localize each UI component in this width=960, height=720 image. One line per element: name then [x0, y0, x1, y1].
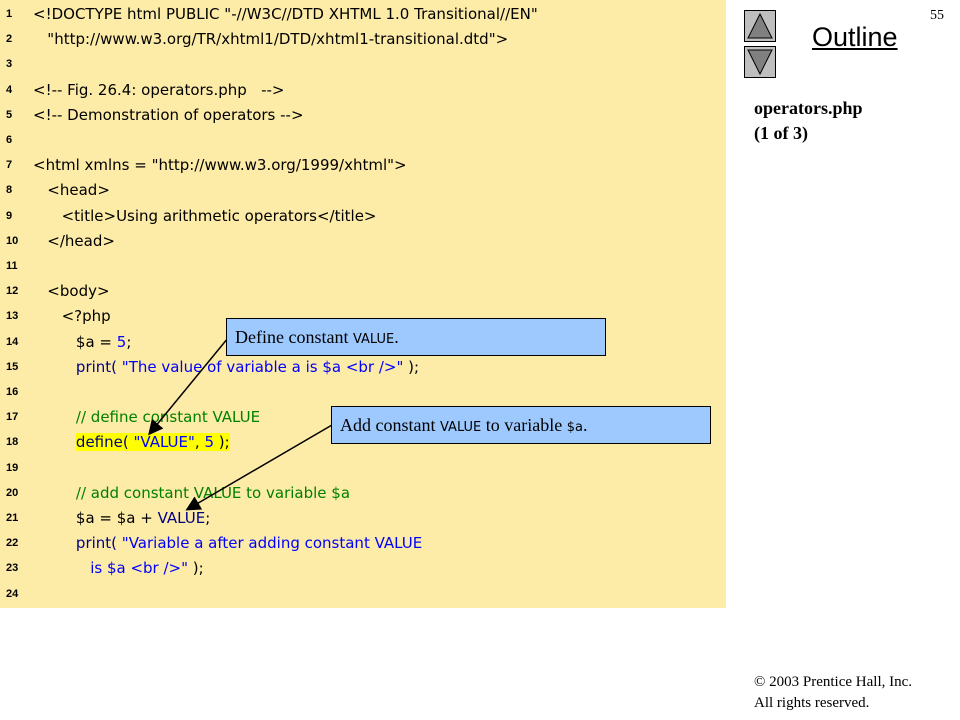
- line-number: 22: [6, 537, 19, 550]
- previous-slide-button[interactable]: [744, 10, 776, 42]
- copyright-line-2: All rights reserved.: [754, 695, 870, 711]
- line-number: 1: [6, 8, 13, 20]
- code-token: );: [188, 559, 204, 578]
- code-token: "VALUE": [128, 433, 195, 452]
- line-number: 7: [6, 159, 13, 172]
- line-number: 10: [6, 234, 19, 247]
- code-text: $a = $a + VALUE;: [33, 506, 210, 531]
- code-token: // define constant VALUE: [75, 408, 261, 427]
- callout-define-prefix: Define constant: [235, 327, 353, 347]
- copyright: © 2003 Prentice Hall, Inc. All rights re…: [754, 672, 912, 714]
- code-token: is $a <br />": [33, 559, 189, 578]
- code-token: 5: [116, 332, 127, 351]
- line-number: 11: [6, 260, 18, 272]
- triangle-down-icon: [747, 49, 773, 76]
- line-number: 12: [6, 285, 19, 298]
- line-number: 3: [6, 58, 13, 71]
- line-number: 20: [6, 486, 19, 499]
- code-text: <title>Using arithmetic operators</title…: [33, 204, 377, 229]
- code-text: $a = 5;: [33, 330, 131, 355]
- line-number: 6: [6, 134, 13, 146]
- code-token: ;: [126, 332, 132, 351]
- copyright-line-1: © 2003 Prentice Hall, Inc.: [754, 674, 913, 690]
- callout-add-code: VALUE: [439, 420, 482, 435]
- file-label-name: operators.php: [754, 98, 863, 118]
- line-number: 9: [6, 209, 13, 222]
- line-number: 19: [6, 461, 19, 474]
- code-token: ;: [205, 509, 211, 527]
- line-number: 5: [6, 108, 13, 121]
- code-text: <html xmlns = "http://www.w3.org/1999/xh…: [33, 153, 407, 178]
- callout-add-prefix: Add constant: [340, 415, 440, 435]
- code-token: <?php: [33, 307, 111, 326]
- code-token: <head>: [33, 181, 110, 200]
- code-text: // add constant VALUE to variable $a: [33, 481, 350, 506]
- code-text: <body>: [33, 279, 110, 304]
- code-text: print( "Variable a after adding constant…: [33, 531, 422, 556]
- code-text: </head>: [33, 229, 115, 254]
- outline-link[interactable]: Outline: [812, 22, 898, 53]
- callout-add-constant: Add constant VALUE to variable $a.: [331, 406, 711, 444]
- line-number: 14: [6, 335, 19, 348]
- code-text: define( "VALUE", 5 );: [33, 430, 230, 455]
- code-token: );: [403, 357, 420, 376]
- code-token: <!DOCTYPE html PUBLIC "-//W3C//DTD XHTML…: [33, 5, 538, 23]
- code-text: <!-- Demonstration of operators -->: [33, 103, 304, 128]
- line-number: 18: [6, 436, 19, 449]
- code-text: <!DOCTYPE html PUBLIC "-//W3C//DTD XHTML…: [33, 2, 538, 27]
- line-number: 4: [6, 83, 13, 96]
- callout-define-code: VALUE: [352, 332, 395, 347]
- line-number: 15: [6, 360, 19, 373]
- code-text: is $a <br />" );: [33, 556, 204, 581]
- code-token: $a = $a +: [33, 509, 158, 527]
- line-number: 23: [6, 562, 19, 575]
- code-token: print(: [75, 534, 118, 553]
- line-number: 2: [6, 33, 13, 46]
- code-token: );: [214, 433, 230, 452]
- code-text: <?php: [33, 304, 111, 329]
- code-token: "The value of variable a is $a <br />": [117, 357, 404, 376]
- next-slide-button[interactable]: [744, 46, 776, 78]
- code-token: </head>: [33, 231, 115, 250]
- callout-add-code2: $a: [566, 420, 583, 435]
- line-number: 16: [6, 386, 19, 398]
- code-token: "http://www.w3.org/TR/xhtml1/DTD/xhtml1-…: [33, 30, 509, 49]
- code-token: <html xmlns = "http://www.w3.org/1999/xh…: [33, 156, 407, 175]
- line-number: 8: [6, 184, 13, 197]
- callout-define-suffix: .: [394, 327, 399, 347]
- slide-number: 55: [930, 8, 944, 23]
- code-token: print(: [75, 357, 118, 376]
- callout-add-mid: to variable: [481, 415, 567, 435]
- line-number: 21: [6, 512, 19, 524]
- code-token: <title>Using arithmetic operators</title…: [33, 206, 377, 225]
- code-token: $a =: [33, 332, 117, 351]
- line-number: 17: [6, 411, 19, 424]
- code-token: // add constant VALUE to variable $a: [75, 483, 351, 502]
- code-token: <!-- Fig. 26.4: operators.php -->: [33, 80, 285, 99]
- line-number: 24: [6, 587, 19, 600]
- code-text: "http://www.w3.org/TR/xhtml1/DTD/xhtml1-…: [33, 27, 508, 52]
- code-text: <!-- Fig. 26.4: operators.php -->: [33, 78, 285, 103]
- code-text: // define constant VALUE: [33, 405, 260, 430]
- code-token: 5: [204, 433, 215, 452]
- callout-add-suffix: .: [582, 415, 588, 435]
- code-token: define(: [75, 433, 129, 452]
- code-text: <head>: [33, 178, 110, 203]
- code-token: <body>: [33, 282, 110, 301]
- code-token: <!-- Demonstration of operators -->: [33, 105, 304, 124]
- file-label-page: (1 of 3): [754, 123, 808, 143]
- file-label: operators.php (1 of 3): [754, 96, 863, 146]
- line-number: 13: [6, 310, 19, 323]
- triangle-up-icon: [747, 12, 773, 39]
- code-token: VALUE: [157, 509, 206, 527]
- code-token: "Variable a after adding constant VALUE: [117, 534, 423, 553]
- callout-define-constant: Define constant VALUE.: [226, 318, 606, 356]
- code-text: print( "The value of variable a is $a <b…: [33, 355, 419, 380]
